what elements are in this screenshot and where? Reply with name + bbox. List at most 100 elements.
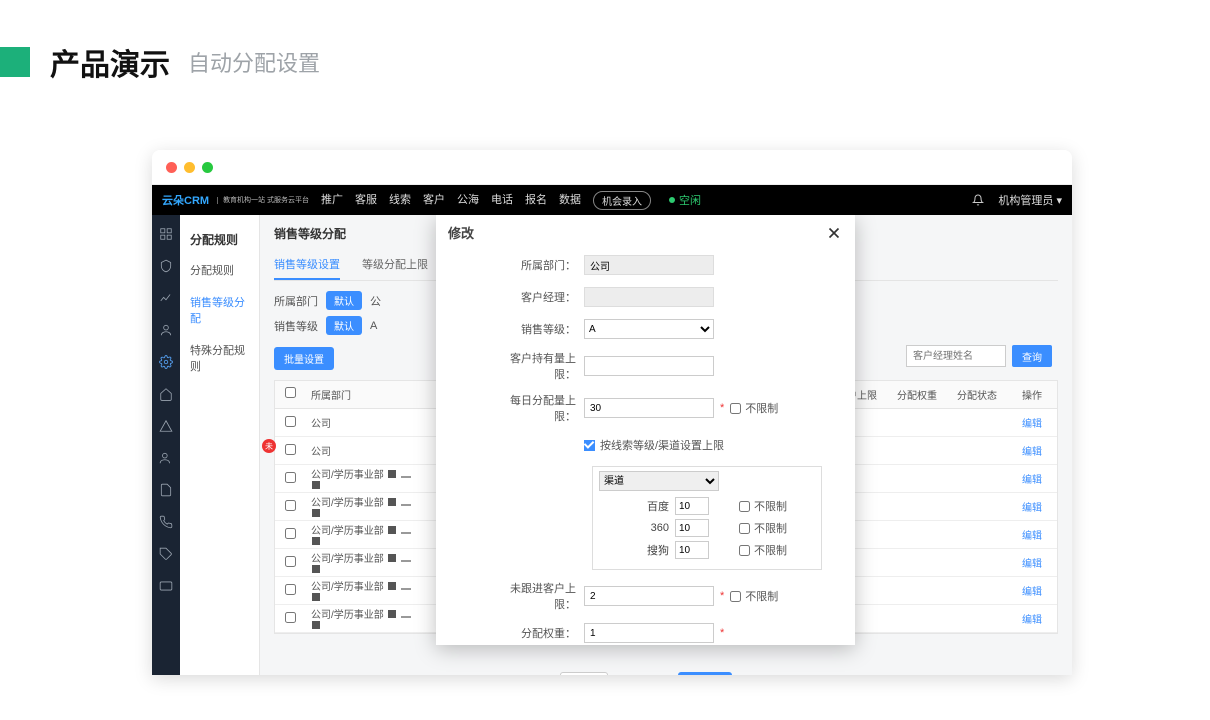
- subnav-item-special[interactable]: 特殊分配规则: [180, 334, 259, 382]
- bell-icon[interactable]: [972, 194, 984, 206]
- channel-enable-checkbox[interactable]: [584, 440, 595, 451]
- weight-input[interactable]: [584, 623, 714, 643]
- subnav-item-rules[interactable]: 分配规则: [180, 254, 259, 286]
- rail-tag[interactable]: [159, 545, 173, 563]
- page-title: 产品演示: [50, 40, 170, 84]
- row-dept: 公司: [305, 409, 425, 436]
- edit-link[interactable]: 编辑: [1022, 531, 1042, 542]
- nav-items: 推广 客服 线索 客户 公海 电话 报名 数据 机会录入: [321, 191, 651, 210]
- row-dept: 公司/学历事业部: [305, 600, 425, 638]
- channel-limit-input[interactable]: [675, 519, 709, 537]
- rail-chart[interactable]: [159, 289, 173, 307]
- channel-unlimited-checkbox[interactable]: [739, 523, 750, 534]
- page-subtitle: 自动分配设置: [188, 46, 320, 78]
- col-dept: 所属部门: [305, 381, 425, 408]
- level-label: 销售等级：: [496, 321, 584, 337]
- minimize-dot[interactable]: [184, 162, 195, 173]
- edit-link[interactable]: 编辑: [1022, 559, 1042, 570]
- nav-pool[interactable]: 公海: [457, 191, 479, 210]
- rail-triangle[interactable]: [159, 417, 173, 435]
- dept-label: 所属部门：: [496, 257, 584, 273]
- required-star: *: [720, 402, 724, 414]
- daily-input[interactable]: [584, 398, 714, 418]
- row-checkbox[interactable]: [285, 528, 296, 539]
- window-titlebar: [152, 150, 1072, 185]
- dept-input: [584, 255, 714, 275]
- user-dropdown[interactable]: 机构管理员 ▾: [998, 192, 1062, 208]
- channel-box: 渠道 百度不限制360不限制搜狗不限制: [592, 466, 822, 570]
- nav-service[interactable]: 客服: [355, 191, 377, 210]
- rail-settings[interactable]: [159, 353, 173, 371]
- save-button[interactable]: 保存: [678, 672, 732, 675]
- rail-user[interactable]: [159, 321, 173, 339]
- select-all-checkbox[interactable]: [285, 387, 296, 398]
- rail-card[interactable]: [159, 577, 173, 595]
- channel-unlimited-label: 不限制: [754, 498, 787, 514]
- col-op: 操作: [1007, 381, 1057, 408]
- close-icon[interactable]: [825, 224, 843, 242]
- filter-level-default[interactable]: 默认: [326, 316, 362, 335]
- channel-unlimited-checkbox[interactable]: [739, 545, 750, 556]
- channel-unlimited-checkbox[interactable]: [739, 501, 750, 512]
- daily-label: 每日分配量上限：: [496, 392, 584, 424]
- channel-limit-input[interactable]: [675, 497, 709, 515]
- nav-phone[interactable]: 电话: [491, 191, 513, 210]
- filter-level-label: 销售等级: [274, 318, 318, 334]
- rail-call[interactable]: [159, 513, 173, 531]
- row-checkbox[interactable]: [285, 584, 296, 595]
- close-dot[interactable]: [166, 162, 177, 173]
- row-checkbox[interactable]: [285, 556, 296, 567]
- channel-unlimited-label: 不限制: [754, 542, 787, 558]
- rail-file[interactable]: [159, 481, 173, 499]
- row-checkbox[interactable]: [285, 500, 296, 511]
- rail-home[interactable]: [159, 385, 173, 403]
- rail-person[interactable]: [159, 449, 173, 467]
- entry-button[interactable]: 机会录入: [593, 191, 651, 210]
- row-checkbox[interactable]: [285, 416, 296, 427]
- unfollow-unlimited-label: 不限制: [745, 588, 778, 604]
- channel-name: 百度: [627, 498, 675, 514]
- tab-level-settings[interactable]: 销售等级设置: [274, 250, 340, 280]
- accent-block: [0, 47, 30, 77]
- edit-link[interactable]: 编辑: [1022, 615, 1042, 626]
- manager-label: 客户经理：: [496, 289, 584, 305]
- rail-dashboard[interactable]: [159, 225, 173, 243]
- nav-promotion[interactable]: 推广: [321, 191, 343, 210]
- row-checkbox[interactable]: [285, 444, 296, 455]
- rail-shield[interactable]: [159, 257, 173, 275]
- row-checkbox[interactable]: [285, 612, 296, 623]
- search-input[interactable]: [906, 345, 1006, 367]
- edit-link[interactable]: 编辑: [1022, 447, 1042, 458]
- subnav-item-sales-level[interactable]: 销售等级分配: [180, 286, 259, 334]
- hold-input[interactable]: [584, 356, 714, 376]
- page-header: 产品演示 自动分配设置: [0, 0, 1210, 114]
- search-button[interactable]: 查询: [1012, 345, 1052, 367]
- nav-data[interactable]: 数据: [559, 191, 581, 210]
- tab-level-limit[interactable]: 等级分配上限: [362, 250, 428, 280]
- edit-link[interactable]: 编辑: [1022, 503, 1042, 514]
- subnav-title: 分配规则: [180, 225, 259, 254]
- channel-unlimited-label: 不限制: [754, 520, 787, 536]
- level-select[interactable]: A: [584, 319, 714, 339]
- maximize-dot[interactable]: [202, 162, 213, 173]
- channel-type-select[interactable]: 渠道: [599, 471, 719, 491]
- filter-level-value: A: [370, 320, 377, 332]
- channel-enable-label: 按线索等级/渠道设置上限: [600, 437, 724, 453]
- unfollow-input[interactable]: [584, 586, 714, 606]
- row-checkbox[interactable]: [285, 472, 296, 483]
- channel-row: 360不限制: [599, 517, 815, 539]
- nav-signup[interactable]: 报名: [525, 191, 547, 210]
- daily-unlimited-checkbox[interactable]: [730, 403, 741, 414]
- filter-dept-default[interactable]: 默认: [326, 291, 362, 310]
- unfollow-unlimited-checkbox[interactable]: [730, 591, 741, 602]
- edit-link[interactable]: 编辑: [1022, 475, 1042, 486]
- edit-link[interactable]: 编辑: [1022, 587, 1042, 598]
- edit-link[interactable]: 编辑: [1022, 419, 1042, 430]
- cancel-button[interactable]: 取消: [560, 672, 608, 675]
- batch-settings-button[interactable]: 批量设置: [274, 347, 334, 370]
- top-nav: 云朵CRM 教育机构一站 式服务云平台 推广 客服 线索 客户 公海 电话 报名…: [152, 185, 1072, 215]
- nav-customers[interactable]: 客户: [423, 191, 445, 210]
- app-body: 分配规则 分配规则 销售等级分配 特殊分配规则 未 销售等级分配 销售等级设置 …: [152, 215, 1072, 675]
- nav-leads[interactable]: 线索: [389, 191, 411, 210]
- channel-limit-input[interactable]: [675, 541, 709, 559]
